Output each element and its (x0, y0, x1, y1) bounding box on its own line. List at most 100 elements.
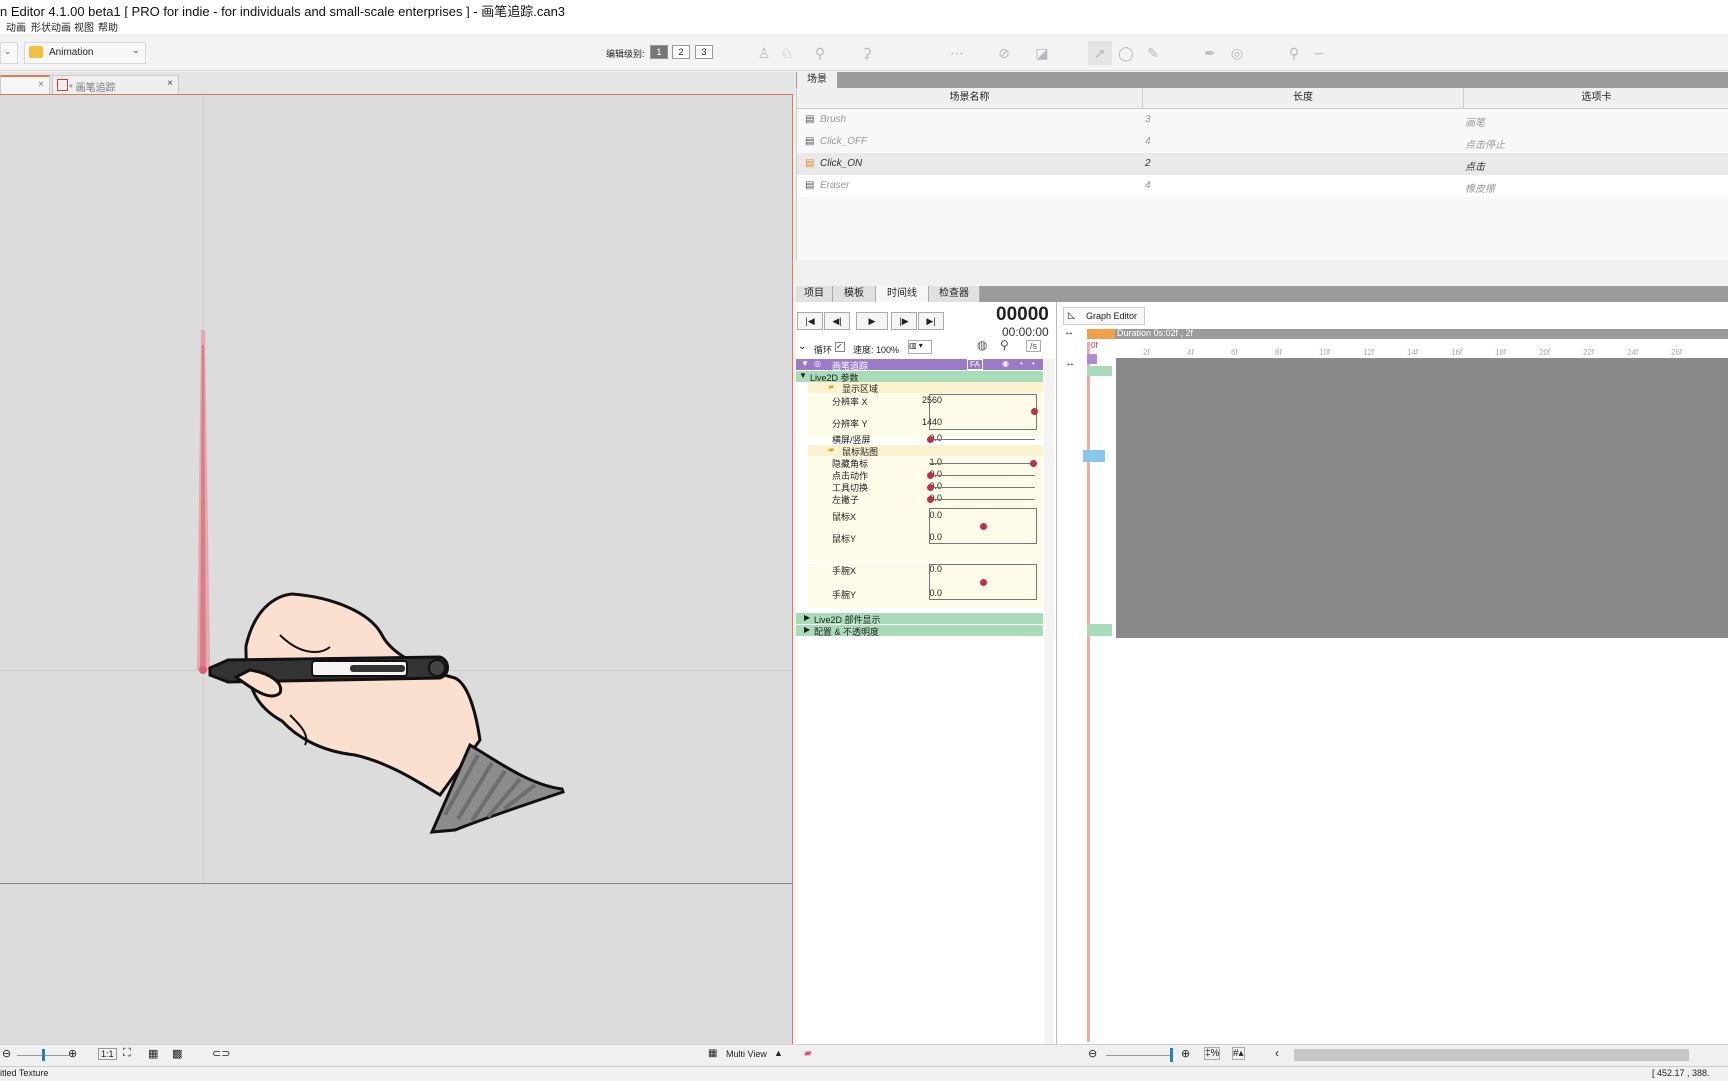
timeline-zoom-handle[interactable] (1170, 1048, 1173, 1062)
param-slider[interactable] (927, 472, 1035, 479)
play-icon[interactable]: ▶ (856, 312, 888, 330)
lasso-icon[interactable]: ◯ (1114, 41, 1138, 65)
first-frame-icon[interactable]: |◀ (797, 312, 823, 330)
group-live2d-params[interactable]: ▼ Live2D 参数 (796, 371, 1043, 383)
close-icon[interactable]: × (38, 79, 44, 90)
zoom-out-icon[interactable]: ⊖ (2, 1047, 11, 1060)
actual-size-button[interactable]: 1:1 (98, 1048, 117, 1060)
person-icon[interactable]: ♙ (752, 41, 776, 65)
workspace-select[interactable]: Animation ⌄ (24, 42, 146, 64)
marker-icon[interactable]: ⚲ (1000, 338, 1009, 352)
dropdown-left[interactable]: ⌄ (0, 42, 18, 64)
expand-triangle-icon[interactable]: ▼ (799, 371, 807, 380)
tab-scene[interactable]: 场景 (797, 72, 837, 88)
fps-button[interactable]: /s (1026, 340, 1042, 352)
menu-shape-animation[interactable]: 形状动画 (31, 19, 71, 34)
grid-toggle-icon[interactable]: ▦ (148, 1047, 158, 1060)
group-live2d-parts[interactable]: ▶ Live2D 部件显示 (796, 613, 1043, 625)
param-slider[interactable] (927, 484, 1035, 491)
deform-icon[interactable]: ⚳ (855, 41, 879, 65)
grid-snap-icon[interactable]: #▴ (1232, 1047, 1245, 1060)
image-toggle-icon[interactable]: ▩ (172, 1047, 182, 1060)
param-slider[interactable] (927, 496, 1035, 503)
expand-triangle-icon[interactable]: ▶ (804, 613, 810, 622)
timeline-zoom-slider[interactable] (1106, 1055, 1171, 1056)
param-handle[interactable] (927, 472, 934, 479)
graph-editor-button[interactable]: ◺ Graph Editor (1063, 307, 1145, 325)
scene-col-length[interactable]: 长度 (1143, 88, 1464, 109)
multiview-button[interactable]: Multi View (726, 1049, 767, 1059)
brush-icon[interactable]: ✎ (1141, 41, 1165, 65)
zoom-in-icon[interactable]: ⊕ (1181, 1047, 1190, 1060)
fit-icon[interactable]: ⛶ (123, 1047, 131, 1060)
chevron-up-icon[interactable]: ▲ (774, 1048, 783, 1058)
param-slider[interactable] (929, 460, 1037, 467)
track-header[interactable]: ▼ ◎ 画笔追踪 FA ◉ • • (796, 359, 1043, 371)
group-layout-opacity[interactable]: ▶ 配置 & 不透明度 (796, 625, 1043, 637)
scene-row[interactable]: ▤ Click_OFF 4 点击停止 (797, 131, 1728, 153)
chevron-down-circle-icon[interactable]: ⌄ (798, 341, 806, 352)
tab-document-2[interactable]: * 画笔追踪 × (52, 75, 179, 95)
onion-skin-icon[interactable]: ◍ (977, 338, 987, 352)
edit-level-3[interactable]: 3 (695, 45, 713, 59)
tab-inspector[interactable]: 检查器 (929, 286, 980, 302)
tab-timeline[interactable]: 时间线 (876, 286, 929, 302)
edit-level-2[interactable]: 2 (672, 45, 690, 59)
scene-row[interactable]: ▤ Brush 3 画笔 (797, 109, 1728, 131)
scene-col-name[interactable]: 场景名称 (797, 88, 1143, 109)
horizontal-resize-icon[interactable]: ↔ (1065, 358, 1075, 369)
pin-icon[interactable]: ⚲ (1282, 41, 1306, 65)
select-arrow-icon[interactable]: ➚ (1088, 41, 1112, 65)
scene-row-selected[interactable]: ▤ Click_ON 2 点击 (797, 153, 1728, 175)
zoom-slider-handle[interactable] (42, 1049, 45, 1061)
track-fx-badge[interactable]: FA (967, 359, 983, 370)
prev-frame-icon[interactable]: ◀| (824, 312, 850, 330)
dot-icon[interactable]: • (1032, 359, 1035, 368)
zoom-in-icon[interactable]: ⊕ (68, 1047, 77, 1060)
tab-template[interactable]: 模板 (833, 286, 876, 302)
expand-triangle-icon[interactable]: ▼ (801, 359, 809, 368)
menu-help[interactable]: 帮助 (98, 19, 118, 34)
timeline-hscrollbar[interactable] (1294, 1049, 1689, 1061)
no-pin-icon[interactable]: ⊘ (992, 41, 1016, 65)
eye-icon[interactable]: ◉ (1002, 359, 1009, 368)
scene-range-bar[interactable] (1087, 329, 1115, 339)
pen-icon[interactable]: ✒ (1198, 41, 1222, 65)
fit-range-icon[interactable]: ‡% (1204, 1047, 1221, 1060)
zoom-out-icon[interactable]: ⊖ (1088, 1047, 1097, 1060)
person-group-icon[interactable]: ♘ (775, 41, 799, 65)
param-value[interactable]: 0.0 (906, 493, 942, 503)
folder-mouse-texture[interactable]: ▰ 鼠标贴图 (808, 445, 1043, 457)
param-handle[interactable] (927, 484, 934, 491)
speed-label[interactable]: 速度: 100% (853, 343, 899, 356)
menu-animation[interactable]: 动画 (6, 19, 26, 34)
param-handle[interactable] (980, 579, 987, 586)
param-2d-pad[interactable] (929, 508, 1037, 544)
menu-view[interactable]: 视图 (74, 19, 94, 34)
track-keyframe-block[interactable] (1087, 354, 1097, 364)
param-value[interactable]: 0.0 (906, 469, 942, 479)
param-value[interactable]: 1.0 (906, 457, 942, 467)
keyframe-marker[interactable] (1083, 450, 1105, 462)
horizontal-resize-icon[interactable]: ↔ (1064, 327, 1074, 338)
close-icon[interactable]: × (167, 78, 173, 89)
toggle-switch-icon[interactable]: ⊂⊃ (212, 1047, 230, 1060)
tab-document-1[interactable]: × (0, 75, 50, 96)
scene-col-tab[interactable]: 选项卡 (1464, 88, 1728, 109)
dot-icon[interactable]: • (1020, 359, 1023, 368)
overlap-icon[interactable]: ◪ (1030, 41, 1054, 65)
expand-triangle-icon[interactable]: ▶ (804, 625, 810, 634)
next-frame-icon[interactable]: |▶ (891, 312, 917, 330)
canvas-viewport[interactable] (0, 94, 793, 1046)
tag-icon[interactable]: ▰ (804, 1048, 812, 1059)
param-handle[interactable] (1031, 408, 1038, 415)
chevron-left-icon[interactable]: ‹ (1275, 1046, 1279, 1060)
param-scrollbar[interactable] (1044, 359, 1054, 1044)
folder-display-area[interactable]: ▰ 显示区域 (808, 382, 1043, 394)
param-handle[interactable] (1030, 460, 1037, 467)
grid-icon[interactable]: ⋯ (945, 41, 969, 65)
param-value[interactable]: 0.0 (906, 481, 942, 491)
param-2d-pad[interactable] (929, 394, 1038, 430)
loop-checkbox[interactable]: ✓ (835, 342, 845, 352)
param-slider[interactable] (927, 436, 1035, 443)
